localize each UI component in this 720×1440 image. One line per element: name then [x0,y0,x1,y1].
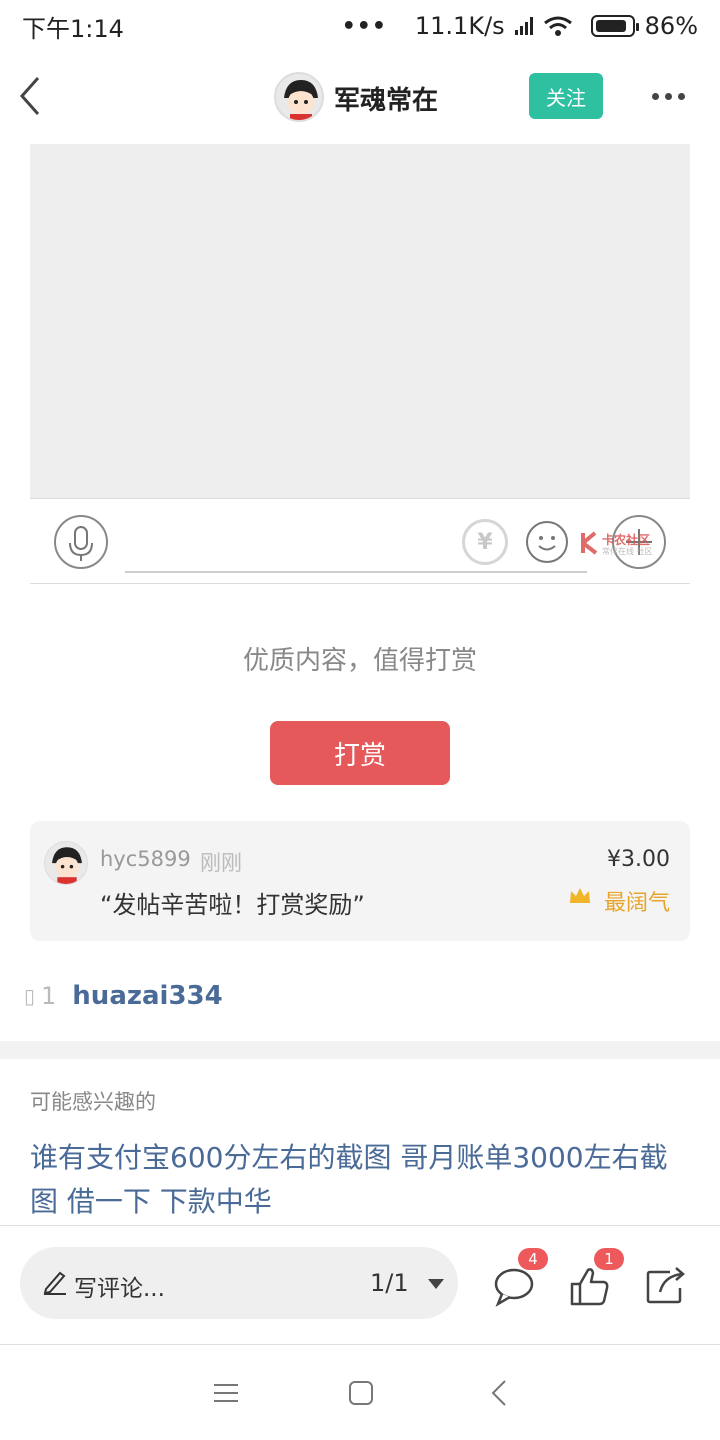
like-small-icon: ▯ [24,984,36,1008]
cartoon-face-icon [52,847,82,884]
author-name[interactable]: 军魂常在 [334,80,438,117]
bottom-action-bar: 写评论... 1/1 4 1 [0,1225,720,1345]
microphone-icon [54,515,108,569]
network-speed: 11.1K/s [414,12,505,40]
reward-button[interactable]: 打赏 [270,721,450,785]
yuan-icon: ¥ [462,519,508,565]
signal-icon [514,17,533,35]
liker-name[interactable]: huazai334 [72,981,222,1011]
status-time: 下午1:14 [22,14,124,43]
reward-record: hyc5899 刚刚 “发帖辛苦啦！打赏奖励” ¥3.00 最阔气 [30,821,690,941]
like-button[interactable]: 1 [568,1248,624,1308]
comment-button[interactable]: 4 [492,1248,548,1308]
tipper-avatar[interactable] [44,841,88,885]
reward-tip: 优质内容，值得打赏 [242,646,477,676]
author-avatar[interactable] [274,72,324,122]
screenshot-input-bar: ¥ 卡农社区 常伴在线 社区 [30,498,690,584]
share-button[interactable] [644,1264,688,1308]
battery-percent: 86% [644,12,698,40]
crown-icon [570,888,590,903]
like-count: 1 [41,982,57,1010]
tip-message: “发帖辛苦啦！打赏奖励” [100,891,365,919]
related-heading: 可能感兴趣的 [30,1090,156,1114]
status-indicators: ••• 11.1K/s 86% [342,12,698,40]
comment-count-badge: 4 [518,1248,548,1270]
related-post-link[interactable]: 谁有支付宝600分左右的截图 哥月账单3000左右截图 借一下 下款中华 [30,1136,690,1224]
wifi-icon [543,16,572,36]
tip-time: 刚刚 [200,851,242,875]
more-options-icon[interactable] [652,88,692,104]
input-underline [125,571,587,573]
thumbs-up-icon [570,1268,609,1306]
like-count-badge: 1 [594,1248,624,1270]
more-notifications-icon: ••• [341,13,387,39]
tipper-name[interactable]: hyc5899 [100,847,191,871]
kanong-logo-icon [581,531,598,555]
top-nav: 军魂常在 关注 [0,52,720,142]
tip-amount: ¥3.00 [607,847,670,872]
smile-icon [526,521,568,563]
tip-rank-label: 最阔气 [603,891,670,916]
back-arrow-icon[interactable] [12,72,52,120]
menu-icon[interactable] [211,1378,241,1408]
section-divider [0,1041,720,1059]
share-icon [646,1267,685,1304]
cartoon-face-icon [284,80,318,120]
caret-down-icon[interactable] [428,1279,444,1289]
system-navigation [0,1346,720,1440]
comment-placeholder: 写评论... [74,1276,165,1302]
likes-row: ▯ 1 huazai334 [24,978,223,1014]
post-image[interactable] [30,144,690,498]
status-bar: 下午1:14 ••• 11.1K/s 86% [0,0,720,52]
back-icon[interactable] [485,1378,515,1408]
battery-icon [590,15,639,37]
watermark-logo: 卡农社区 常伴在线 社区 [580,531,680,557]
pen-icon [43,1271,66,1295]
follow-button[interactable]: 关注 [529,73,603,119]
comment-input[interactable]: 写评论... 1/1 [20,1247,458,1319]
comment-bubble-icon [494,1268,534,1307]
page-indicator[interactable]: 1/1 [370,1269,409,1297]
home-icon[interactable] [346,1378,376,1408]
